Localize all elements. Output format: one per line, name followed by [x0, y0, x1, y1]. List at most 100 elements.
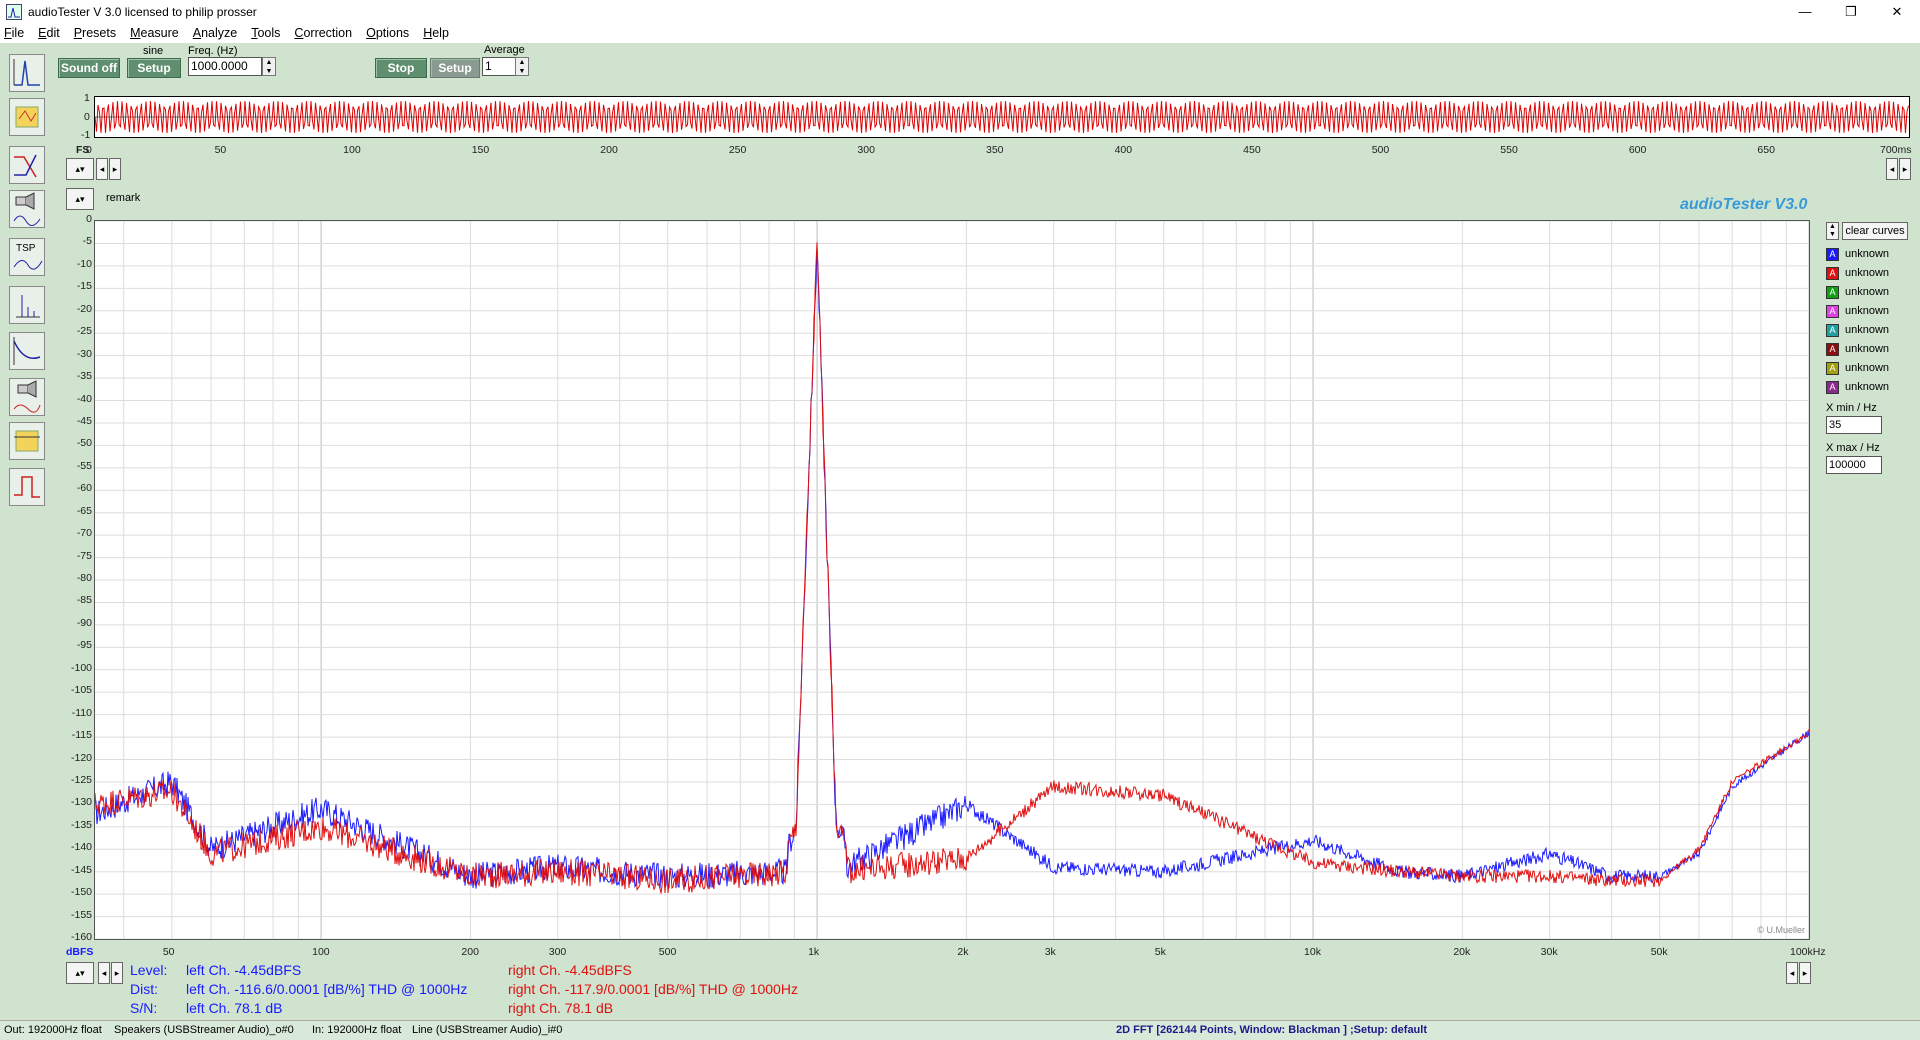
watermark: © U.Mueller	[1757, 925, 1805, 935]
fft-chart	[94, 220, 1810, 940]
analyzer-setup-button[interactable]: Setup	[430, 58, 480, 78]
osc-xtick-label: 700ms	[1880, 144, 1912, 156]
legend-item[interactable]: Aunknown	[1826, 303, 1889, 319]
legend-item-label: unknown	[1845, 305, 1890, 317]
freq-spinner[interactable]: ▲ ▼	[262, 57, 276, 76]
cable-icon[interactable]	[9, 422, 45, 460]
oscilloscope-view[interactable]	[94, 96, 1910, 138]
legend-color-swatch[interactable]: A	[1826, 304, 1839, 318]
response-icon[interactable]	[9, 332, 45, 370]
generator-setup-button[interactable]: Setup	[127, 58, 181, 78]
speaker-icon[interactable]	[9, 190, 45, 228]
status-in-device: Line (USBStreamer Audio)_i#0	[412, 1024, 563, 1036]
y-tick-label: -105	[70, 684, 92, 697]
y-tick-label: -75	[76, 549, 92, 562]
legend-item[interactable]: Aunknown	[1826, 265, 1889, 281]
osc-zoom-spinner[interactable]: ▴▾	[66, 158, 94, 180]
stop-button[interactable]: Stop	[375, 58, 427, 78]
average-spinner[interactable]: ▲ ▼	[515, 57, 529, 76]
legend-item-label: unknown	[1845, 286, 1890, 298]
legend-color-swatch[interactable]: A	[1826, 285, 1839, 299]
y-tick-label: 0	[86, 213, 92, 225]
y-tick-label: -90	[76, 616, 92, 629]
plot-scroll-right[interactable]: ▸	[111, 962, 123, 984]
fft-plot[interactable]: © U.Mueller	[94, 220, 1810, 940]
menu-analyze[interactable]: Analyze	[193, 26, 237, 40]
osc-scroll-left-end[interactable]: ◂	[1886, 158, 1898, 180]
legend-item[interactable]: Aunknown	[1826, 360, 1889, 376]
y-tick-label: -100	[70, 661, 92, 674]
x-tick-label: 100kHz	[1790, 946, 1826, 958]
plot-scroll-right-end[interactable]: ▸	[1799, 962, 1811, 984]
osc-xtick-label: 0	[86, 144, 92, 156]
y-tick-label: -25	[76, 325, 92, 338]
title-bar: audioTester V 3.0 licensed to philip pro…	[0, 0, 1920, 23]
step-icon[interactable]	[9, 468, 45, 506]
tsp-label: TSP	[16, 243, 36, 254]
close-button[interactable]: ✕	[1874, 0, 1920, 23]
menu-correction[interactable]: Correction	[294, 26, 352, 40]
x-tick-label: 2k	[957, 946, 969, 958]
legend-color-swatch[interactable]: A	[1826, 342, 1839, 356]
sound-off-button[interactable]: Sound off	[58, 58, 120, 78]
maximize-button[interactable]: ❐	[1828, 0, 1874, 23]
menu-options[interactable]: Options	[366, 26, 409, 40]
legend-color-swatch[interactable]: A	[1826, 266, 1839, 280]
menu-bar: File Edit Presets Measure Analyze Tools …	[0, 23, 1920, 43]
osc-xtick-label: 150	[471, 144, 490, 156]
osc-scroll-right-end[interactable]: ▸	[1899, 158, 1911, 180]
level-label: Level:	[130, 962, 168, 978]
x-tick-label: 5k	[1154, 946, 1166, 958]
plot-scroll-left-end[interactable]: ◂	[1786, 962, 1798, 984]
osc-ytick-neg1: -1	[81, 129, 91, 141]
xmax-input[interactable]: 100000	[1826, 456, 1882, 474]
dist-label: Dist:	[130, 981, 158, 997]
left-channel-line	[94, 247, 1810, 889]
status-in: In: 192000Hz float	[312, 1024, 402, 1036]
x-tick-label: 300	[548, 946, 567, 958]
freq-input[interactable]: 1000.0000	[188, 57, 262, 76]
menu-edit[interactable]: Edit	[38, 26, 60, 40]
legend-item[interactable]: Aunknown	[1826, 284, 1889, 300]
menu-tools[interactable]: Tools	[251, 26, 280, 40]
legend-item-label: unknown	[1845, 362, 1890, 374]
menu-help[interactable]: Help	[423, 26, 449, 40]
remark-label: remark	[106, 192, 141, 204]
clear-curves-button[interactable]: clear curves	[1842, 222, 1908, 240]
osc-scroll-left[interactable]: ◂	[96, 158, 108, 180]
right-sn: right Ch. 78.1 dB	[508, 1000, 614, 1016]
average-input[interactable]: 1	[482, 57, 516, 76]
legend-color-swatch[interactable]: A	[1826, 323, 1839, 337]
y-tick-label: -35	[76, 370, 92, 383]
filter-icon[interactable]	[9, 146, 45, 184]
legend-spinner[interactable]: ▲ ▼	[1826, 222, 1839, 240]
osc-scroll-right[interactable]: ▸	[109, 158, 121, 180]
plot-scroll-left[interactable]: ◂	[98, 962, 110, 984]
menu-file[interactable]: File	[4, 26, 24, 40]
legend-color-swatch[interactable]: A	[1826, 380, 1839, 394]
legend-color-swatch[interactable]: A	[1826, 361, 1839, 375]
menu-presets[interactable]: Presets	[74, 26, 116, 40]
plot-zoom-spinner[interactable]: ▴▾	[66, 188, 94, 210]
left-dist: left Ch. -116.6/0.0001 [dB/%] THD @ 1000…	[186, 981, 468, 997]
tsp-icon[interactable]: TSP	[9, 238, 45, 276]
y-tick-label: -80	[76, 572, 92, 584]
right-dist: right Ch. -117.9/0.0001 [dB/%] THD @ 100…	[508, 981, 798, 997]
spectrum-icon[interactable]	[9, 54, 45, 92]
xmin-input[interactable]: 35	[1826, 416, 1882, 434]
legend-item[interactable]: Aunknown	[1826, 246, 1889, 262]
osc-xtick-label: 350	[986, 144, 1004, 156]
y-tick-label: -65	[76, 504, 92, 517]
legend-color-swatch[interactable]: A	[1826, 247, 1839, 261]
presets-icon[interactable]	[9, 98, 45, 136]
osc-xtick-label: 650	[1757, 144, 1775, 156]
readout-zoom-spinner[interactable]: ▴▾	[66, 962, 94, 984]
legend-item-label: unknown	[1845, 381, 1890, 393]
menu-measure[interactable]: Measure	[130, 26, 179, 40]
fft-icon[interactable]	[9, 286, 45, 324]
speaker-measure-icon[interactable]	[9, 378, 45, 416]
legend-item[interactable]: Aunknown	[1826, 322, 1889, 338]
legend-item[interactable]: Aunknown	[1826, 341, 1889, 357]
legend-item[interactable]: Aunknown	[1826, 379, 1889, 395]
minimize-button[interactable]: —	[1782, 0, 1828, 23]
